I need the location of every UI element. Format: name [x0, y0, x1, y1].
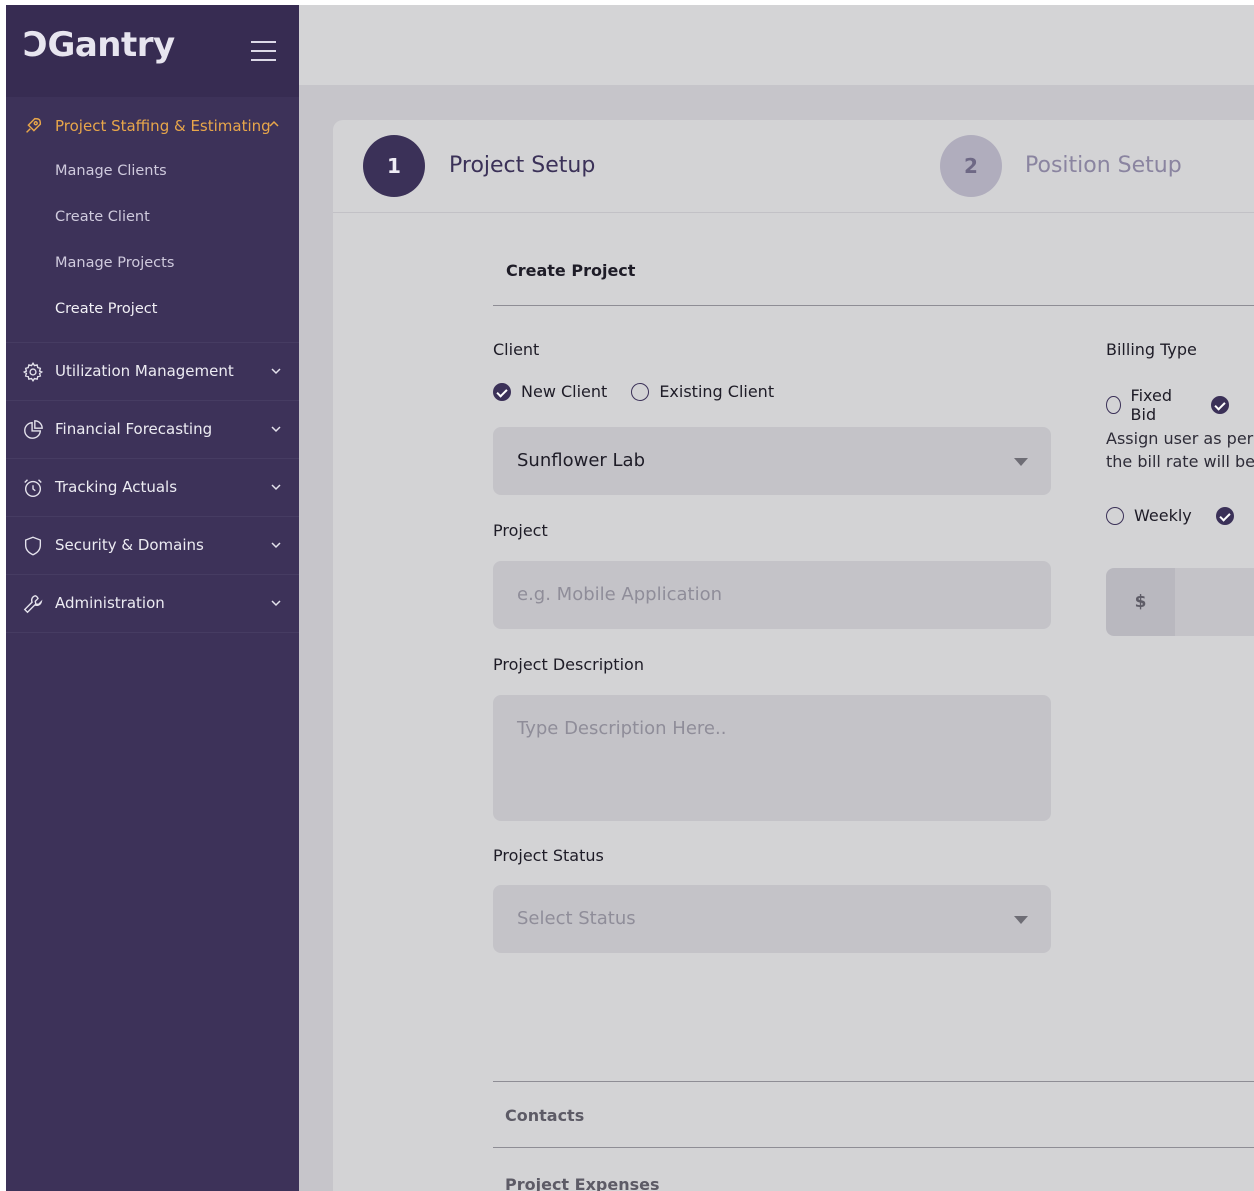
app-shell: ƆGantry Project Staffing & Estimating Ma… — [6, 5, 1254, 1191]
project-input-placeholder: e.g. Mobile Application — [517, 584, 723, 605]
radio-label: Weekly — [1134, 506, 1192, 525]
client-radio-group: New Client Existing Client — [493, 382, 798, 401]
wrench-icon — [23, 595, 43, 614]
radio-label: Fixed Bid — [1130, 386, 1172, 424]
main-content: 1 Project Setup 2 Position Setup Create … — [299, 85, 1254, 1191]
radio-billing-selected[interactable] — [1211, 396, 1239, 414]
client-select-value: Sunflower Lab — [517, 450, 645, 471]
caret-down-icon — [1014, 916, 1028, 924]
sidebar-section-label: Utilization Management — [55, 362, 234, 380]
billing-info-line-2: the bill rate will be — [1106, 452, 1254, 471]
pie-chart-icon — [24, 420, 43, 439]
radio-checked-icon — [1215, 506, 1234, 525]
logo-text: Gantry — [47, 25, 175, 65]
caret-down-icon — [1014, 458, 1028, 466]
billing-info-line-1: Assign user as per — [1106, 429, 1254, 448]
chevron-down-icon[interactable] — [271, 483, 281, 491]
sidebar-section-tracking[interactable]: Tracking Actuals — [6, 459, 299, 517]
sidebar-section-label: Tracking Actuals — [55, 478, 178, 496]
rocket-icon — [26, 117, 42, 133]
divider — [493, 305, 1254, 306]
chevron-down-icon[interactable] — [271, 599, 281, 607]
project-input[interactable]: e.g. Mobile Application — [493, 561, 1051, 629]
sidebar-section-label: Administration — [55, 594, 165, 612]
radio-checked-icon — [1211, 396, 1229, 414]
step-1-label[interactable]: Project Setup — [449, 153, 595, 178]
rate-input[interactable] — [1175, 568, 1254, 636]
stepper: 1 Project Setup 2 Position Setup — [333, 120, 1254, 213]
radio-fixed-bid[interactable]: Fixed Bid — [1106, 386, 1187, 424]
sidebar-section-project-staffing[interactable]: Project Staffing & Estimating Manage Cli… — [6, 103, 299, 343]
radio-unchecked-icon — [631, 382, 650, 401]
radio-label: New Client — [521, 382, 608, 401]
alarm-clock-icon — [24, 479, 42, 497]
step-2-label[interactable]: Position Setup — [1025, 153, 1182, 178]
status-label: Project Status — [493, 846, 604, 865]
sidebar-section-security[interactable]: Security & Domains — [6, 517, 299, 575]
description-label: Project Description — [493, 655, 644, 674]
client-select[interactable]: Sunflower Lab — [493, 427, 1051, 495]
sidebar-section-utilization[interactable]: Utilization Management — [6, 343, 299, 401]
top-bar — [299, 5, 1254, 85]
chevron-down-icon[interactable] — [271, 425, 281, 433]
description-textarea[interactable]: Type Description Here.. — [493, 695, 1051, 821]
radio-weekly[interactable]: Weekly — [1106, 506, 1192, 525]
logo: ƆGantry — [23, 25, 175, 65]
sidebar-item-manage-projects[interactable]: Manage Projects — [6, 240, 299, 286]
sidebar-section-administration[interactable]: Administration — [6, 575, 299, 633]
chevron-down-icon[interactable] — [271, 367, 281, 375]
sidebar-section-financial[interactable]: Financial Forecasting — [6, 401, 299, 459]
status-select[interactable]: Select Status — [493, 885, 1051, 953]
client-label: Client — [493, 340, 540, 359]
logo-bar: ƆGantry — [6, 5, 299, 97]
step-2-circle[interactable]: 2 — [940, 135, 1002, 197]
radio-existing-client[interactable]: Existing Client — [631, 382, 774, 401]
sidebar-item-manage-clients[interactable]: Manage Clients — [6, 148, 299, 194]
submenu: Manage Clients Create Client Manage Proj… — [6, 103, 299, 332]
radio-period-selected[interactable] — [1215, 506, 1244, 525]
sidebar-section-label: Security & Domains — [55, 536, 204, 554]
menu-icon[interactable] — [251, 41, 276, 61]
description-placeholder: Type Description Here.. — [517, 718, 727, 739]
currency-prefix: $ — [1106, 568, 1175, 636]
gear-icon — [22, 362, 44, 382]
sidebar-section-label: Financial Forecasting — [55, 420, 213, 438]
sidebar-section-label: Project Staffing & Estimating — [55, 117, 271, 135]
divider — [493, 1081, 1254, 1082]
shield-icon — [24, 536, 42, 556]
chevron-up-icon[interactable] — [269, 120, 279, 128]
project-label: Project — [493, 521, 548, 540]
status-placeholder: Select Status — [517, 908, 636, 929]
radio-unchecked-icon — [1106, 396, 1121, 414]
radio-unchecked-icon — [1106, 506, 1124, 525]
divider — [493, 1147, 1254, 1148]
radio-new-client[interactable]: New Client — [493, 382, 607, 401]
radio-label: Existing Client — [659, 382, 775, 401]
radio-checked-icon — [493, 382, 511, 401]
billing-type-label: Billing Type — [1106, 340, 1197, 359]
section-title: Create Project — [506, 261, 636, 280]
sidebar-nav: Project Staffing & Estimating Manage Cli… — [6, 103, 299, 633]
billing-period-radio-group: Weekly — [1106, 506, 1254, 525]
sidebar-item-create-project[interactable]: Create Project — [6, 286, 299, 332]
sidebar: ƆGantry Project Staffing & Estimating Ma… — [6, 5, 299, 1191]
chevron-down-icon[interactable] — [271, 541, 281, 549]
create-project-card: 1 Project Setup 2 Position Setup Create … — [333, 120, 1254, 1191]
accordion-contacts[interactable]: Contacts — [505, 1106, 584, 1125]
step-1-circle[interactable]: 1 — [363, 135, 425, 197]
accordion-project-expenses[interactable]: Project Expenses — [505, 1175, 660, 1191]
sidebar-item-create-client[interactable]: Create Client — [6, 194, 299, 240]
billing-radio-group: Fixed Bid — [1106, 386, 1254, 424]
